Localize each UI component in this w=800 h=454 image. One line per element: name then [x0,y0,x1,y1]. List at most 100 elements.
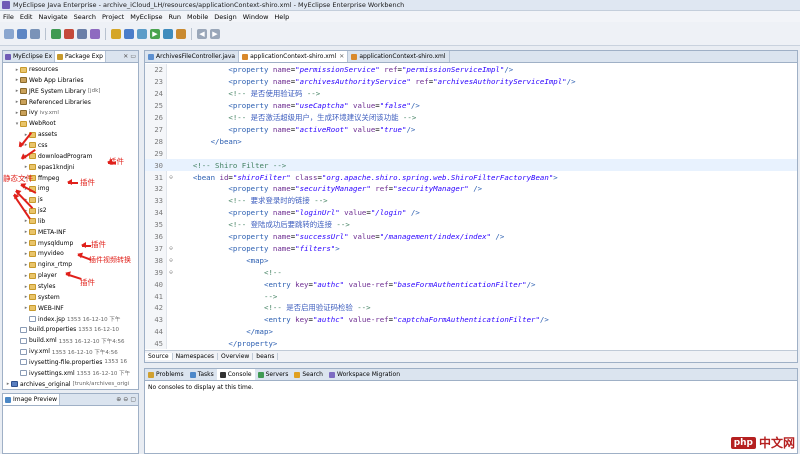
code-line[interactable]: 22 <property name = "permissionService" re… [145,64,797,76]
tab-overview[interactable]: Overview [218,353,254,360]
tree-item[interactable]: ▸ css [23,141,48,150]
code-line[interactable]: 25 <property name = "useCaptcha" value = "fa… [145,100,797,112]
code-line[interactable]: 29 [145,147,797,159]
tab-archives-file-controller[interactable]: ArchivesFileController.java [145,51,240,62]
tree-item[interactable]: ▾ WebRoot [14,119,56,128]
zoom-out-icon[interactable]: ⊖ [123,396,128,403]
fold-toggle-icon[interactable]: ⊖ [167,269,175,276]
tree-item[interactable]: ivysettings.xml 1353 16-12-10 下午 [14,369,130,378]
debug-icon[interactable] [163,28,173,39]
tree-item[interactable]: ▸ styles [23,282,56,291]
tree-item[interactable]: build.xml 1353 16-12-10 下午4:56 [14,336,125,345]
server-icon[interactable] [51,28,61,39]
tree-item[interactable]: ivy.xml 1353 16-12-10 下午4:56 [14,347,118,356]
menu-mobile[interactable]: Mobile [184,13,211,21]
close-icon[interactable]: ✕ [123,53,128,60]
menu-file[interactable]: File [0,13,17,21]
deploy-icon[interactable] [77,28,87,39]
tree-item[interactable]: ▸ Referenced Libraries [14,98,91,107]
tree-item[interactable]: ▸ ivy ivy.xml [14,108,59,117]
code-line[interactable]: 44 </map> [145,326,797,338]
tree-item[interactable]: ▸ WEB-INF [23,304,64,313]
code-area[interactable]: 22 <property name = "permissionService" re… [145,64,797,349]
tree-item[interactable]: ▸ resources [14,65,58,74]
tree-item[interactable]: ▸ archives_original [trunk/archives_origi [5,380,129,389]
tree-item[interactable]: ▸downloadProgram [23,152,93,161]
external-tools-icon[interactable] [176,28,186,39]
code-line[interactable]: 27 <property name = "activeRoot" value = "tr… [145,124,797,136]
code-line[interactable]: 38 ⊖ <map> [145,254,797,266]
code-line[interactable]: 28 </bean> [145,135,797,147]
tree-item[interactable]: ▸ player [23,271,57,280]
menu-search[interactable]: Search [71,13,99,21]
menu-project[interactable]: Project [99,13,127,21]
tab-console[interactable]: Console [216,369,255,380]
code-line[interactable]: 31 ⊖ <bean id = "shiroFilter" class = "org.ap… [145,171,797,183]
tree-item[interactable]: build.properties 1353 16-12-10 [14,325,119,334]
tree-item[interactable]: ▸ mysqldump [23,239,74,248]
code-line[interactable]: 37 ⊖ <property name = "filters" > [145,243,797,255]
tab-source[interactable]: Source [145,353,173,360]
tree-item[interactable]: index.jsp 1353 16-12-10 下午 [23,315,120,324]
code-line[interactable]: 43 <entry key = "authc" value-ref = "captcha… [145,314,797,326]
tree-item[interactable]: ▸ Web App Libraries [14,76,84,85]
menu-help[interactable]: Help [271,13,292,21]
back-icon[interactable]: ◀ [197,28,207,39]
fold-toggle-icon[interactable]: ⊖ [167,174,175,181]
code-line[interactable]: 41 --> [145,290,797,302]
tree-item[interactable]: ▸ JRE System Library [jdk] [14,87,101,96]
zoom-in-icon[interactable]: ⊕ [116,396,121,403]
fold-toggle-icon[interactable]: ⊖ [167,245,175,252]
tab-problems[interactable]: Problems [145,371,187,378]
tab-myeclipse-explorer[interactable]: MyEclipse Ex [3,51,56,62]
open-type-icon[interactable] [124,28,134,39]
tree-item[interactable]: ▸ system [23,293,60,302]
forward-icon[interactable]: ▶ [210,28,220,39]
code-line[interactable]: 24 <!-- 是否使用验证码 --> [145,88,797,100]
minimize-icon[interactable]: ▭ [130,53,136,60]
save-all-icon[interactable] [30,28,40,39]
code-line[interactable]: 30 <!-- Shiro Filter --> [145,159,797,172]
fold-toggle-icon[interactable]: ⊖ [167,257,175,264]
tree-item[interactable]: ▸ lib [23,217,45,226]
code-line[interactable]: 26 <!-- 是否激活超级用户，生成环境建议关闭该功能 --> [145,112,797,124]
search-icon[interactable] [137,28,147,39]
new-folder-icon[interactable] [111,28,121,39]
code-line[interactable]: 32 <property name = "securityManager" ref =… [145,183,797,195]
tab-namespaces[interactable]: Namespaces [173,353,219,360]
new-icon[interactable] [4,28,14,39]
tree-item[interactable]: ivysetting-file.properties 1353 16 [14,358,127,367]
tab-search[interactable]: Search [291,371,326,378]
code-line[interactable]: 42 <!-- 是否启用验证码检验 --> [145,302,797,314]
browser-icon[interactable] [90,28,100,39]
menu-edit[interactable]: Edit [17,13,36,21]
menu-myeclipse[interactable]: MyEclipse [127,13,165,21]
menu-run[interactable]: Run [166,13,184,21]
tree-item[interactable]: ▸ nginx_rtmp [23,260,72,269]
code-line[interactable]: 36 <property name = "successUrl" value = "/m… [145,231,797,243]
run-icon[interactable]: ▶ [150,28,160,39]
tree-item[interactable]: ▸ epas1kndjni [23,163,75,172]
menu-navigate[interactable]: Navigate [35,13,70,21]
menu-window[interactable]: Window [240,13,272,21]
code-line[interactable]: 40 <entry key = "authc" value-ref = "baseFor… [145,278,797,290]
tree-item[interactable]: ▸ myvideo [23,249,64,258]
code-line[interactable]: 34 <property name = "loginUrl" value = "/log… [145,207,797,219]
code-line[interactable]: 23 <property name = "archivesAuthorityServ… [145,76,797,88]
fit-icon[interactable]: ▢ [130,396,136,403]
tab-image-preview[interactable]: Image Preview [3,394,61,405]
tab-servers[interactable]: Servers [255,371,292,378]
tab-beans[interactable]: beans [253,353,279,360]
tab-application-context-shiro-2[interactable]: applicationContext-shiro.xml [348,51,450,62]
code-line[interactable]: 33 <!-- 要求登录时的链接 --> [145,195,797,207]
tab-package-explorer[interactable]: Package Exp [55,51,106,62]
close-icon[interactable]: ✕ [339,53,344,60]
code-line[interactable]: 35 <!-- 登陆成功后要跳转的连接 --> [145,219,797,231]
tab-application-context-shiro[interactable]: applicationContext-shiro.xml ✕ [239,51,349,62]
save-icon[interactable] [17,28,27,39]
menu-design[interactable]: Design [211,13,239,21]
stop-icon[interactable] [64,28,74,39]
tree-item[interactable]: ▸ META-INF [23,228,66,237]
tab-workspace-migration[interactable]: Workspace Migration [326,371,403,378]
code-line[interactable]: 39 ⊖ <!-- [145,266,797,278]
